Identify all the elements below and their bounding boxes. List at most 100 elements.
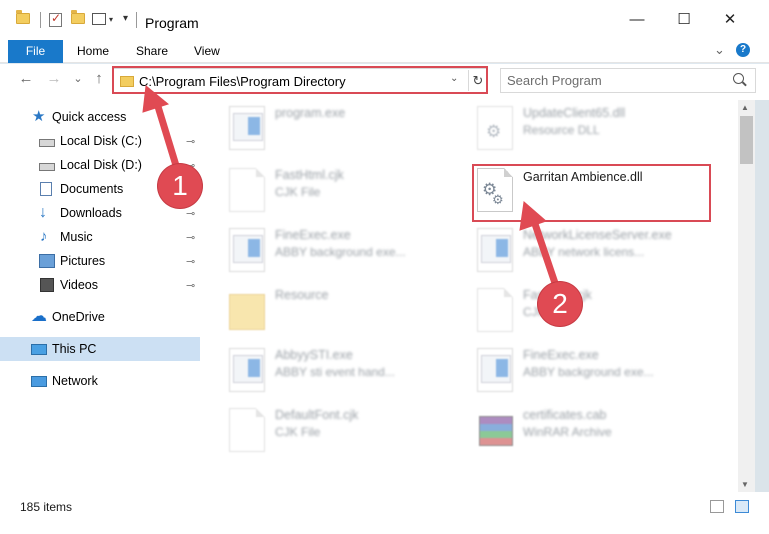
back-button[interactable]: ←	[17, 70, 35, 87]
file-icon	[229, 408, 265, 452]
file-item[interactable]: FineExec.exe ABBY background exe...	[229, 222, 469, 278]
sidebar-item-label: Local Disk (C:)	[60, 134, 142, 148]
address-dropdown-icon[interactable]: ⌄	[450, 73, 458, 84]
sidebar-item-label: Pictures	[60, 254, 106, 268]
file-item[interactable]: ⚙ UpdateClient65.dll Resource DLL	[477, 100, 717, 156]
file-item[interactable]: FastHtml.cjk CJK File	[477, 282, 717, 338]
file-name: UpdateClient65.dll	[523, 106, 626, 120]
address-bar[interactable]: C:\Program Files\Program Directory ⌄ ↻	[113, 68, 487, 93]
this-pc-icon	[31, 343, 47, 355]
music-icon: ♪	[40, 228, 48, 245]
documents-icon	[40, 182, 52, 196]
file-icon	[229, 168, 265, 212]
file-type: ABBY sti event hand...	[275, 365, 395, 379]
search-input[interactable]	[507, 73, 727, 88]
folder-icon	[229, 294, 265, 330]
file-type: CJK File	[275, 185, 321, 199]
file-item[interactable]: FastHtml.cjk CJK File	[229, 162, 469, 218]
new-folder-icon[interactable]	[71, 10, 85, 24]
sidebar-item-this-pc[interactable]: This PC	[0, 337, 200, 361]
file-item[interactable]: Resource	[229, 282, 469, 338]
help-icon[interactable]: ?	[736, 43, 750, 57]
star-icon: ★	[32, 108, 46, 125]
status-bar: 185 items	[0, 492, 769, 534]
file-name: certificates.cab	[523, 408, 607, 422]
file-item[interactable]: DefaultFont.cjk CJK File	[229, 402, 469, 458]
minimize-button[interactable]: —	[626, 8, 648, 32]
tab-share[interactable]: Share	[136, 40, 168, 63]
sidebar-item-local-disk-c[interactable]: Local Disk (C:) ⊸	[0, 129, 200, 153]
large-icons-view-icon[interactable]	[735, 500, 749, 513]
up-button[interactable]: ↑	[90, 70, 108, 87]
pin-icon[interactable]: ⊸	[186, 207, 195, 220]
pin-icon[interactable]: ⊸	[186, 279, 195, 292]
file-name: Resource	[275, 288, 329, 302]
file-name: FineExec.exe	[523, 348, 599, 362]
exe-icon	[229, 348, 265, 392]
tab-view[interactable]: View	[194, 40, 220, 63]
properties-checkbox-icon[interactable]	[49, 11, 62, 27]
expand-ribbon-icon[interactable]: ⌄	[714, 42, 725, 58]
folder-icon	[16, 10, 30, 24]
sidebar-item-label: Downloads	[60, 206, 122, 220]
network-icon	[31, 375, 47, 387]
drive-icon	[39, 163, 55, 171]
address-path[interactable]: C:\Program Files\Program Directory	[139, 74, 346, 89]
maximize-button[interactable]: ☐	[673, 8, 695, 32]
downloads-icon: ↓	[39, 204, 47, 221]
cab-icon	[477, 408, 513, 452]
search-box[interactable]	[500, 68, 756, 93]
sidebar-item-quick-access[interactable]: ★ Quick access	[0, 105, 200, 129]
file-item[interactable]: program.exe	[229, 100, 469, 156]
navigation-pane: ★ Quick access Local Disk (C:) ⊸ Local D…	[0, 100, 205, 492]
file-type: ABBY background exe...	[523, 365, 654, 379]
tab-home[interactable]: Home	[77, 40, 109, 63]
search-icon[interactable]	[733, 73, 744, 84]
folder-icon	[120, 76, 134, 87]
file-name: AbbyySTI.exe	[275, 348, 353, 362]
sidebar-item-onedrive[interactable]: ☁ OneDrive	[0, 305, 200, 329]
recent-locations-button[interactable]: ⌄	[69, 72, 87, 85]
file-item[interactable]: NetworkLicenseServer.exe ABBY network li…	[477, 222, 717, 278]
vertical-scrollbar[interactable]: ▲ ▼	[738, 100, 755, 492]
refresh-button[interactable]: ↻	[468, 70, 487, 91]
file-type: WinRAR Archive	[523, 425, 612, 439]
step-marker-1: 1	[158, 164, 202, 208]
pin-icon[interactable]: ⊸	[186, 255, 195, 268]
file-item[interactable]: FineExec.exe ABBY background exe...	[477, 342, 717, 398]
sidebar-item-label: Documents	[60, 182, 124, 196]
file-name: program.exe	[275, 106, 346, 120]
file-item-garritan-ambience-dll[interactable]: ⚙ ⚙ Garritan Ambience.dll	[477, 162, 717, 218]
exe-icon	[229, 228, 265, 272]
tab-file[interactable]: File	[8, 40, 63, 63]
customize-toolbar-icon[interactable]: ▾	[92, 13, 113, 25]
file-name: FastHtml.cjk	[275, 168, 344, 182]
title-bar: ▾ ▾ Program — ☐ ✕	[0, 0, 769, 40]
file-item[interactable]: certificates.cab WinRAR Archive	[477, 402, 717, 458]
sidebar-item-network[interactable]: Network	[0, 369, 200, 393]
pictures-icon	[39, 254, 55, 268]
scrollbar-thumb[interactable]	[740, 116, 753, 164]
sidebar-item-music[interactable]: ♪ Music ⊸	[0, 225, 200, 249]
sidebar-item-label: Network	[52, 374, 98, 388]
pin-icon[interactable]: ⊸	[186, 231, 195, 244]
details-view-icon[interactable]	[710, 500, 724, 513]
scroll-down-icon[interactable]: ▼	[741, 480, 749, 489]
sidebar-item-label: Music	[60, 230, 93, 244]
scroll-up-icon[interactable]: ▲	[741, 103, 749, 112]
pin-icon[interactable]: ⊸	[186, 135, 195, 148]
divider	[40, 12, 41, 28]
file-item[interactable]: AbbyySTI.exe ABBY sti event hand...	[229, 342, 469, 398]
file-type: Resource DLL	[523, 123, 600, 137]
forward-button[interactable]: →	[45, 70, 63, 87]
divider	[136, 12, 137, 28]
file-type: ABBY network licens...	[523, 245, 645, 259]
quick-access-dropdown-icon[interactable]: ▾	[120, 13, 128, 24]
close-button[interactable]: ✕	[719, 8, 741, 32]
sidebar-item-videos[interactable]: Videos ⊸	[0, 273, 200, 297]
sidebar-item-label: Local Disk (D:)	[60, 158, 142, 172]
sidebar-item-pictures[interactable]: Pictures ⊸	[0, 249, 200, 273]
file-type: CJK File	[275, 425, 321, 439]
exe-icon	[477, 228, 513, 272]
drive-icon	[39, 139, 55, 147]
